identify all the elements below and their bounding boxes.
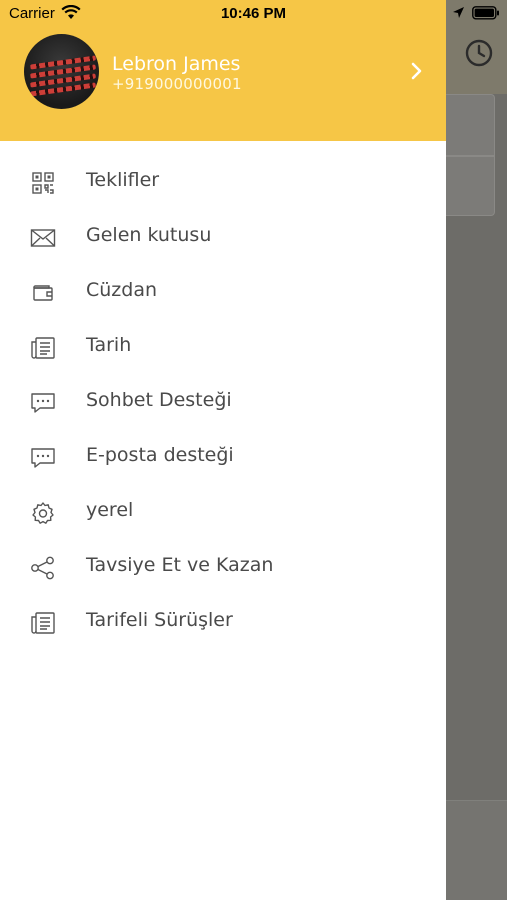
menu-label: Cüzdan [86,279,158,301]
gear-icon [28,499,58,527]
envelope-icon [28,224,58,252]
menu-label: Tarifeli Sürüşler [86,609,233,631]
menu-label: Tarih [86,334,132,356]
chevron-right-icon[interactable] [408,61,426,81]
history-list-icon [28,334,58,362]
wallet-icon [28,279,58,307]
user-name: Lebron James [112,53,241,75]
menu-label: Gelen kutusu [86,224,212,246]
status-bar: Carrier 10:46 PM [0,0,507,28]
navigation-drawer: Lebron James +919000000001 Teklifler Gel… [0,0,446,900]
location-arrow-icon [453,7,464,18]
background-bottom-panel [446,800,507,900]
background-card [446,94,495,156]
chat-bubble-icon [28,389,58,417]
battery-icon [472,6,499,20]
menu-item-gelen-kutusu[interactable]: Gelen kutusu [0,210,446,265]
qr-code-icon [28,169,58,197]
history-list-icon [28,609,58,637]
chat-bubble-icon [28,444,58,472]
clock-icon[interactable] [464,38,494,68]
status-time: 10:46 PM [220,5,287,22]
menu-item-sohbet-destegi[interactable]: Sohbet Desteği [0,375,446,430]
menu-label: E-posta desteği [86,444,234,466]
avatar[interactable] [24,34,99,109]
menu-label: yerel [86,499,134,521]
menu-item-yerel[interactable]: yerel [0,485,446,540]
menu-item-cuzdan[interactable]: Cüzdan [0,265,446,320]
menu-item-tarifeli-suruşler[interactable]: Tarifeli Sürüşler [0,595,446,650]
menu-item-teklifler[interactable]: Teklifler [0,155,446,210]
menu-item-tarih[interactable]: Tarih [0,320,446,375]
share-icon [28,554,58,582]
background-card [446,156,495,216]
menu-item-e-posta-destegi[interactable]: E-posta desteği [0,430,446,485]
user-phone: +919000000001 [112,75,242,93]
menu-item-tavsiye-et-ve-kazan[interactable]: Tavsiye Et ve Kazan [0,540,446,595]
menu-label: Teklifler [86,169,160,191]
menu-label: Tavsiye Et ve Kazan [86,554,274,576]
menu-label: Sohbet Desteği [86,389,232,411]
